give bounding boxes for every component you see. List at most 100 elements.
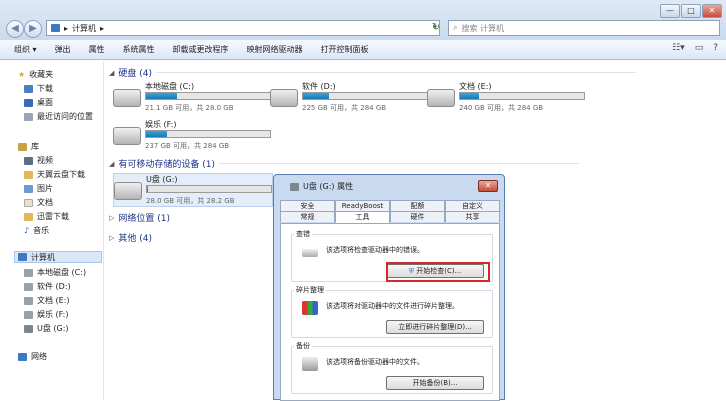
section-defragment: 碎片整理 该选项将对驱动器中的文件进行碎片整理。 立即进行碎片整理(D)... <box>291 285 493 338</box>
tab-tools[interactable]: 工具 <box>335 211 390 223</box>
hard-drive-icon <box>24 310 33 319</box>
sidebar-item-cloud-downloads[interactable]: 天翼云盘下载 <box>24 169 85 180</box>
hard-drive-icon <box>427 89 455 107</box>
address-separator: ▸ <box>64 23 69 33</box>
drive-g[interactable]: U盘 (G:) 28.0 GB 可用，共 28.2 GB <box>113 173 273 207</box>
hard-drive-icon <box>24 282 33 291</box>
help-icon[interactable]: ? <box>713 43 718 53</box>
highlight-box <box>386 262 490 282</box>
sidebar-item-music[interactable]: ♪ 音乐 <box>24 225 49 236</box>
toolbar-system-properties[interactable]: 系统属性 <box>123 44 155 55</box>
group-removable[interactable]: ◢ 有可移动存储的设备 (1) <box>109 157 580 170</box>
section-error-checking: 查错 该选项将检查驱动器中的错误。 ⛨ 开始检查(C)... <box>291 229 493 282</box>
tab-hardware[interactable]: 硬件 <box>390 211 445 222</box>
usage-bar-g <box>147 186 149 192</box>
hard-drive-icon <box>270 89 298 107</box>
dialog-close-button[interactable]: ✕ <box>478 180 498 192</box>
back-arrow-icon: ◀ <box>11 23 19 34</box>
library-icon <box>18 142 27 151</box>
sidebar-item-drive-d[interactable]: 软件 (D:) <box>24 281 71 292</box>
properties-dialog: U盘 (G:) 属性 ✕ 安全 ReadyBoost 配额 自定义 常规 工具 … <box>273 174 505 401</box>
dialog-title: U盘 (G:) 属性 <box>290 181 353 192</box>
backup-icon <box>302 357 318 371</box>
toolbar-control-panel[interactable]: 打开控制面板 <box>321 44 369 55</box>
sidebar-item-drive-c[interactable]: 本地磁盘 (C:) <box>24 267 86 278</box>
expand-triangle-icon: ◢ <box>109 68 115 77</box>
video-library-icon <box>24 156 33 165</box>
tab-row-bottom: 常规 工具 硬件 共享 <box>280 211 500 223</box>
collapse-triangle-icon: ▷ <box>109 213 115 222</box>
toolbar-map-drive[interactable]: 映射网络驱动器 <box>247 44 303 55</box>
toolbar-eject[interactable]: 弹出 <box>55 44 71 55</box>
toolbar-properties[interactable]: 属性 <box>89 44 105 55</box>
search-placeholder: 搜索 计算机 <box>461 23 505 33</box>
hard-drive-icon <box>24 268 33 277</box>
forward-arrow-icon: ▶ <box>29 23 37 34</box>
tab-customize[interactable]: 自定义 <box>445 200 500 211</box>
sidebar-network[interactable]: 网络 <box>18 351 47 362</box>
sidebar-computer[interactable]: 计算机 <box>14 251 102 263</box>
back-button[interactable]: ◀ <box>6 20 24 38</box>
preview-pane-icon[interactable]: ▭ <box>695 43 704 53</box>
sidebar-item-documents[interactable]: 文档 <box>24 197 53 208</box>
sidebar-item-desktop[interactable]: 桌面 <box>24 97 53 108</box>
sidebar-item-drive-e[interactable]: 文档 (E:) <box>24 295 70 306</box>
check-drive-icon <box>302 249 318 257</box>
maximize-button[interactable]: □ <box>681 4 701 18</box>
toolbar-uninstall[interactable]: 卸载或更改程序 <box>173 44 229 55</box>
refresh-icon[interactable]: ↻ <box>428 20 444 36</box>
usb-drive-icon <box>290 182 299 191</box>
group-network-locations[interactable]: ▷ 网络位置 (1) <box>109 211 170 225</box>
sidebar-item-pictures[interactable]: 图片 <box>24 183 53 194</box>
search-input[interactable]: ⌕ 搜索 计算机 <box>448 20 720 36</box>
drive-e[interactable]: 文档 (E:) 240 GB 可用，共 284 GB <box>427 81 587 115</box>
hard-drive-icon <box>113 127 141 145</box>
minimize-button[interactable]: — <box>660 4 680 18</box>
group-other[interactable]: ▷ 其他 (4) <box>109 231 152 245</box>
tab-general[interactable]: 常规 <box>280 211 335 222</box>
sidebar-item-drive-g[interactable]: U盘 (G:) <box>24 323 69 334</box>
system-drive-icon <box>113 89 141 107</box>
view-options-icon[interactable]: ☷▾ <box>672 43 685 53</box>
forward-button[interactable]: ▶ <box>24 20 42 38</box>
usage-bar-f <box>146 131 168 137</box>
defragment-button[interactable]: 立即进行碎片整理(D)... <box>386 320 484 334</box>
sidebar-item-drive-f[interactable]: 娱乐 (F:) <box>24 309 68 320</box>
tab-row-top: 安全 ReadyBoost 配额 自定义 <box>280 200 500 211</box>
music-icon: ♪ <box>24 226 30 235</box>
close-button[interactable]: ✕ <box>702 4 722 18</box>
sidebar-item-recent[interactable]: 最近访问的位置 <box>24 111 93 122</box>
sidebar-item-downloads[interactable]: 下载 <box>24 83 53 94</box>
sidebar-favorites[interactable]: ★ 收藏夹 <box>18 69 53 80</box>
address-path: 计算机 <box>72 23 97 33</box>
tab-quota[interactable]: 配额 <box>390 200 445 211</box>
desktop-icon <box>24 98 33 107</box>
group-hard-disks[interactable]: ◢ 硬盘 (4) <box>109 66 637 79</box>
tab-readyboost[interactable]: ReadyBoost <box>335 200 390 211</box>
network-icon <box>18 352 27 361</box>
picture-library-icon <box>24 184 33 193</box>
sidebar-libraries[interactable]: 库 <box>18 141 39 152</box>
sidebar-item-videos[interactable]: 视频 <box>24 155 53 166</box>
recent-places-icon <box>24 112 33 121</box>
tab-sharing[interactable]: 共享 <box>445 211 500 222</box>
folder-icon <box>24 212 33 221</box>
usb-drive-icon <box>24 324 33 333</box>
backup-button[interactable]: 开始备份(B)... <box>386 376 484 390</box>
search-icon: ⌕ <box>453 23 458 32</box>
sidebar-item-thunder-downloads[interactable]: 迅雷下载 <box>24 211 69 222</box>
address-bar[interactable]: ▸ 计算机 ▸ ▾ <box>46 20 440 36</box>
tab-security[interactable]: 安全 <box>280 200 335 211</box>
command-bar: 组织 ▾ 弹出 属性 系统属性 卸载或更改程序 映射网络驱动器 打开控制面板 ☷… <box>0 40 726 60</box>
drive-d[interactable]: 软件 (D:) 225 GB 可用，共 284 GB <box>270 81 430 115</box>
download-folder-icon <box>24 84 33 93</box>
computer-icon <box>51 24 60 32</box>
section-backup: 备份 该选项将备份驱动器中的文件。 开始备份(B)... <box>291 341 493 394</box>
toolbar-organize[interactable]: 组织 ▾ <box>14 44 37 55</box>
drive-c[interactable]: 本地磁盘 (C:) 21.1 GB 可用，共 28.0 GB <box>113 81 273 115</box>
usage-bar-d <box>303 93 330 99</box>
title-bar: — □ ✕ ◀ ▶ ▸ 计算机 ▸ ▾ ↻ ⌕ 搜索 计算机 <box>0 0 726 40</box>
document-library-icon <box>24 198 33 207</box>
hard-drive-icon <box>24 296 33 305</box>
drive-f[interactable]: 娱乐 (F:) 237 GB 可用，共 284 GB <box>113 119 273 153</box>
